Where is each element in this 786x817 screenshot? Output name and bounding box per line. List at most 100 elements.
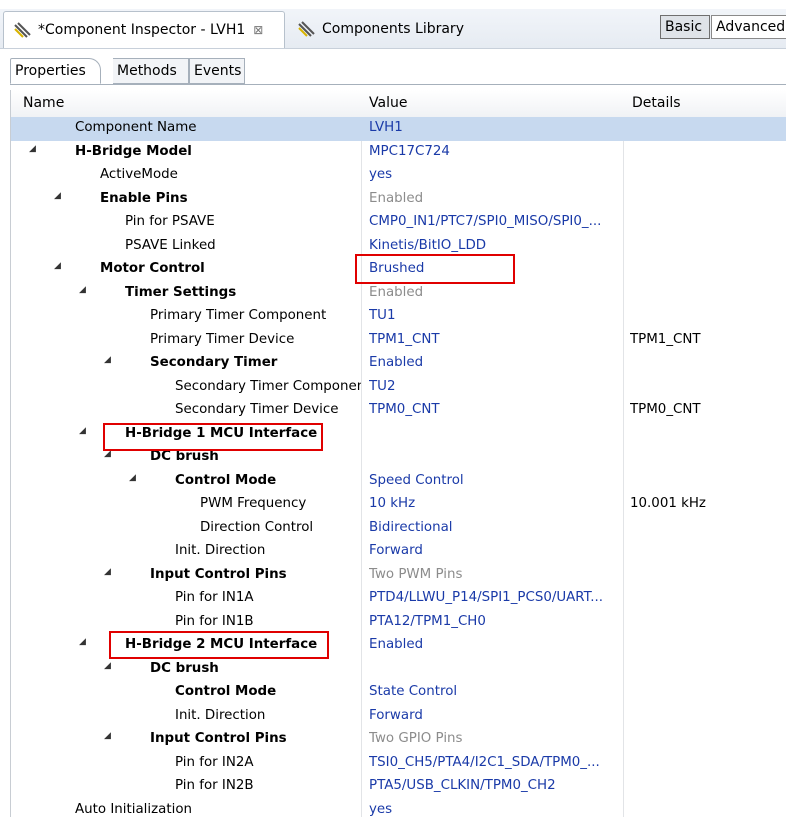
- property-value[interactable]: TU1: [369, 308, 629, 323]
- table-row[interactable]: ◢ DC brush: [11, 658, 786, 682]
- property-name: Direction Control: [200, 519, 314, 535]
- column-header-name[interactable]: Name: [23, 95, 64, 111]
- property-name: Input Control Pins: [150, 731, 287, 746]
- property-table: Name Value Details Component Name LVH1 ◢ H-…: [10, 90, 786, 817]
- property-value[interactable]: TPM0_CNT: [369, 402, 629, 417]
- property-value[interactable]: Bidirectional: [369, 520, 629, 535]
- table-row[interactable]: Secondary Timer Device TPM0_CNT TPM0_CNT: [11, 399, 786, 423]
- property-name: PWM Frequency: [200, 496, 307, 511]
- property-value[interactable]: MPC17C724: [369, 144, 629, 159]
- highlight-box-hbridge2: [109, 631, 329, 659]
- tab-components-library[interactable]: Components Library: [288, 11, 464, 47]
- property-name: Auto Initialization: [75, 801, 193, 817]
- property-value[interactable]: Speed Control: [369, 473, 629, 488]
- property-name: DC brush: [150, 449, 219, 464]
- table-row[interactable]: ◢ H-Bridge Model MPC17C724: [11, 141, 786, 165]
- property-name: Secondary Timer Device: [175, 402, 339, 417]
- table-row[interactable]: Pin for IN1A PTD4/LLWU_P14/SPI1_PCS0/UART…: [11, 587, 786, 611]
- property-name: PSAVE Linked: [125, 237, 216, 253]
- property-value[interactable]: PTA12/TPM1_CH0: [369, 614, 629, 629]
- table-row[interactable]: ◢ Secondary Timer Enabled: [11, 352, 786, 376]
- table-row[interactable]: Init. Direction Forward: [11, 540, 786, 564]
- property-name: Primary Timer Component: [150, 308, 327, 323]
- property-details: TPM1_CNT: [630, 331, 701, 347]
- table-row[interactable]: Secondary Timer Component TU2: [11, 376, 786, 400]
- table-row[interactable]: Pin for IN2A TSI0_CH5/PTA4/I2C1_SDA/TPM0_…: [11, 752, 786, 776]
- property-value[interactable]: Forward: [369, 708, 629, 723]
- property-name: Input Control Pins: [150, 566, 287, 582]
- property-name: Component Name: [75, 120, 197, 135]
- tab-component-inspector[interactable]: *Component Inspector - LVH1 ⊠: [3, 11, 285, 48]
- table-row[interactable]: Init. Direction Forward: [11, 705, 786, 729]
- table-row[interactable]: ◢ Timer Settings Enabled: [11, 282, 786, 306]
- property-name: Pin for IN1B: [175, 613, 254, 629]
- table-row[interactable]: Primary Timer Component TU1: [11, 305, 786, 329]
- property-name: H-Bridge Model: [75, 143, 192, 159]
- table-row[interactable]: ◢ Input Control Pins Two GPIO Pins: [11, 728, 786, 752]
- property-value[interactable]: LVH1: [369, 120, 629, 135]
- property-name: Motor Control: [100, 261, 205, 276]
- property-value[interactable]: PTA5/USB_CLKIN/TPM0_CH2: [369, 778, 629, 793]
- property-value[interactable]: Kinetis/BitIO_LDD: [369, 238, 629, 253]
- view-tab-bar: *Component Inspector - LVH1 ⊠ Components…: [0, 0, 786, 49]
- property-value[interactable]: yes: [369, 167, 629, 182]
- basic-mode-button[interactable]: Basic: [660, 15, 710, 39]
- tab-component-inspector-label: *Component Inspector - LVH1: [38, 22, 246, 38]
- table-row[interactable]: Auto Initialization yes: [11, 799, 786, 817]
- close-tab-icon[interactable]: ⊠: [253, 23, 263, 37]
- table-row[interactable]: Pin for PSAVE CMP0_IN1/PTC7/SPI0_MISO/SPI…: [11, 211, 786, 235]
- table-row[interactable]: ◢ Control Mode Speed Control: [11, 470, 786, 494]
- column-header-value[interactable]: Value: [369, 95, 407, 111]
- property-name: DC brush: [150, 660, 219, 676]
- property-name: Enable Pins: [100, 190, 188, 206]
- property-value[interactable]: Enabled: [369, 191, 629, 206]
- property-details: 10.001 kHz: [630, 496, 706, 511]
- property-name: Pin for PSAVE: [125, 214, 215, 229]
- property-name: Pin for IN2B: [175, 778, 254, 793]
- tab-properties[interactable]: Properties: [10, 58, 101, 84]
- tab-components-library-label: Components Library: [322, 21, 464, 37]
- table-row[interactable]: Primary Timer Device TPM1_CNT TPM1_CNT: [11, 329, 786, 353]
- property-value[interactable]: TSI0_CH5/PTA4/I2C1_SDA/TPM0_...: [369, 755, 629, 770]
- table-header: Name Value Details: [11, 90, 786, 118]
- table-row[interactable]: Component Name LVH1: [11, 117, 786, 141]
- property-value[interactable]: Enabled: [369, 285, 629, 300]
- property-value[interactable]: Two PWM Pins: [369, 567, 629, 582]
- property-value[interactable]: Enabled: [369, 637, 629, 652]
- property-value[interactable]: State Control: [369, 684, 629, 699]
- component-icon: [298, 21, 315, 37]
- property-value[interactable]: CMP0_IN1/PTC7/SPI0_MISO/SPI0_...: [369, 214, 629, 229]
- table-row[interactable]: ActiveMode yes: [11, 164, 786, 188]
- table-row[interactable]: ◢ Enable Pins Enabled: [11, 188, 786, 212]
- property-value[interactable]: 10 kHz: [369, 496, 629, 511]
- property-value[interactable]: TU2: [369, 379, 629, 394]
- property-value[interactable]: yes: [369, 802, 629, 817]
- property-name: Primary Timer Device: [150, 331, 295, 347]
- tab-events[interactable]: Events: [189, 58, 245, 84]
- table-row[interactable]: Pin for IN2B PTA5/USB_CLKIN/TPM0_CH2: [11, 775, 786, 799]
- table-row[interactable]: ◢ Input Control Pins Two PWM Pins: [11, 564, 786, 588]
- advanced-mode-button[interactable]: Advanced: [711, 15, 786, 39]
- tab-methods[interactable]: Methods: [113, 58, 189, 84]
- property-name: Control Mode: [175, 684, 277, 699]
- inspector-subtab-bar: Properties Methods Events: [10, 58, 786, 85]
- table-row[interactable]: PWM Frequency 10 kHz 10.001 kHz: [11, 493, 786, 517]
- column-header-details[interactable]: Details: [632, 95, 681, 111]
- property-name: Pin for IN1A: [175, 590, 254, 605]
- property-name: Timer Settings: [125, 284, 237, 300]
- property-value[interactable]: TPM1_CNT: [369, 332, 629, 347]
- highlight-box-brushed: [355, 254, 515, 284]
- property-name: Secondary Timer: [150, 355, 278, 370]
- property-value[interactable]: Two GPIO Pins: [369, 731, 629, 746]
- property-value[interactable]: PTD4/LLWU_P14/SPI1_PCS0/UART...: [369, 590, 629, 605]
- property-name: Pin for IN2A: [175, 754, 254, 770]
- table-row[interactable]: Control Mode State Control: [11, 681, 786, 705]
- property-name: Init. Direction: [175, 543, 266, 558]
- table-row[interactable]: Direction Control Bidirectional: [11, 517, 786, 541]
- property-name: ActiveMode: [100, 167, 178, 182]
- property-name: Secondary Timer Component: [175, 378, 361, 394]
- property-value[interactable]: Forward: [369, 543, 629, 558]
- property-details: TPM0_CNT: [630, 402, 701, 417]
- property-value[interactable]: Enabled: [369, 355, 629, 370]
- property-name: Init. Direction: [175, 707, 266, 723]
